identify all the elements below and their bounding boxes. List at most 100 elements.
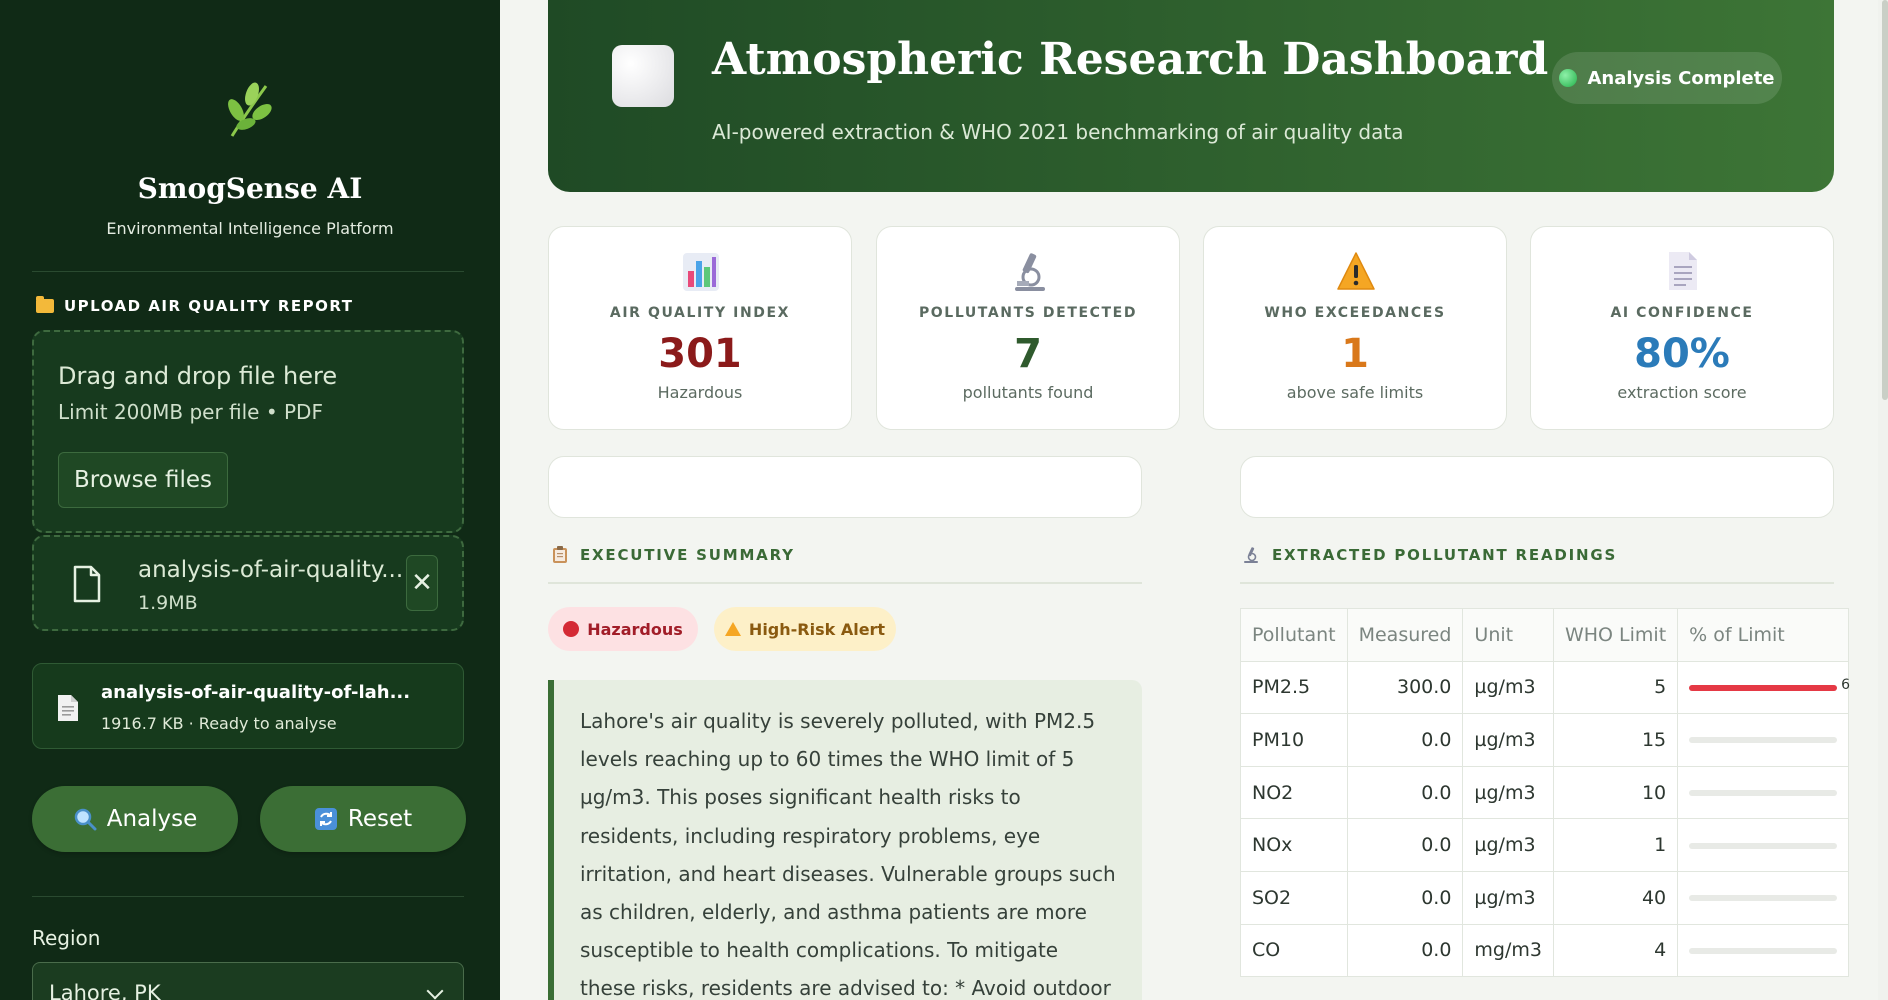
column-header[interactable]: Measured bbox=[1346, 608, 1464, 662]
reset-button[interactable]: Reset bbox=[260, 786, 466, 852]
brand-tagline: Environmental Intelligence Platform bbox=[106, 219, 394, 238]
measured-value: 0.0 bbox=[1346, 870, 1464, 925]
chevron-down-icon bbox=[426, 982, 444, 1000]
microscope-icon bbox=[1244, 547, 1258, 563]
scrollbar[interactable] bbox=[1878, 0, 1888, 1000]
dropzone-title: Drag and drop file here bbox=[58, 362, 338, 390]
file-dropzone[interactable]: Drag and drop file here Limit 200MB per … bbox=[32, 330, 464, 533]
kpi-label: POLLUTANTS DETECTED bbox=[918, 305, 1138, 321]
measured-value: 0.0 bbox=[1346, 765, 1464, 820]
who-limit: 15 bbox=[1552, 713, 1679, 767]
percent-bar-fill bbox=[1689, 684, 1838, 691]
unit: µg/m3 bbox=[1462, 765, 1554, 820]
who-limit: 10 bbox=[1552, 765, 1679, 820]
upload-heading: UPLOAD AIR QUALITY REPORT bbox=[36, 296, 354, 315]
percent-limit-cell bbox=[1677, 923, 1850, 978]
kpi-card-pollutants: POLLUTANTS DETECTED 7 pollutants found bbox=[876, 226, 1180, 430]
percent-bar bbox=[1689, 737, 1838, 744]
table-row: SO2 0.0 µg/m3 40 bbox=[1240, 870, 1850, 925]
who-limit: 4 bbox=[1552, 923, 1679, 978]
remove-file-button[interactable]: ✕ bbox=[406, 555, 438, 611]
who-limit: 5 bbox=[1552, 660, 1679, 715]
region-value: Lahore, PK bbox=[49, 981, 161, 1000]
measured-value: 0.0 bbox=[1346, 713, 1464, 767]
kpi-card-exceedances: WHO EXCEEDANCES 1 above safe limits bbox=[1203, 226, 1507, 430]
kpi-label: WHO EXCEEDANCES bbox=[1264, 305, 1446, 321]
kpi-card-confidence: AI CONFIDENCE 80% extraction score bbox=[1530, 226, 1834, 430]
warning-icon bbox=[1337, 252, 1375, 290]
clipboard-icon bbox=[553, 546, 567, 563]
table-row: NOx 0.0 µg/m3 1 bbox=[1240, 818, 1850, 872]
section-divider bbox=[1240, 582, 1834, 584]
percent-limit-cell bbox=[1677, 713, 1850, 767]
percent-bar bbox=[1689, 895, 1838, 902]
pollutant-readings-label: EXTRACTED POLLUTANT READINGS bbox=[1272, 546, 1618, 564]
dropzone-limit: Limit 200MB per file • PDF bbox=[58, 400, 323, 424]
kpi-label: AIR QUALITY INDEX bbox=[609, 305, 791, 321]
placeholder-card bbox=[548, 456, 1142, 518]
placeholder-card bbox=[1240, 456, 1834, 518]
table-header-row: Pollutant Measured Unit WHO Limit % of L… bbox=[1240, 608, 1850, 662]
warning-icon bbox=[724, 622, 741, 636]
kpi-value: 1 bbox=[1341, 331, 1369, 377]
column-header[interactable]: WHO Limit bbox=[1552, 608, 1679, 662]
ready-file-card: analysis-of-air-quality-of-lah... 1916.7… bbox=[32, 663, 464, 749]
unit: mg/m3 bbox=[1462, 923, 1554, 978]
kpi-subtext: extraction score bbox=[1617, 383, 1747, 402]
who-limit: 1 bbox=[1552, 818, 1679, 872]
pollutant-name: NO2 bbox=[1240, 765, 1348, 820]
pollutant-table: Pollutant Measured Unit WHO Limit % of L… bbox=[1240, 608, 1850, 978]
pollutant-name: PM10 bbox=[1240, 713, 1348, 767]
kpi-value: 80% bbox=[1634, 331, 1730, 377]
percent-limit-cell bbox=[1677, 765, 1850, 820]
browse-files-button[interactable]: Browse files bbox=[58, 452, 228, 508]
sidebar: SmogSense AI Environmental Intelligence … bbox=[0, 0, 500, 1000]
red-dot-icon bbox=[563, 621, 580, 637]
kpi-subtext: pollutants found bbox=[962, 383, 1094, 402]
pollutant-name: NOx bbox=[1240, 818, 1348, 872]
upload-heading-label: UPLOAD AIR QUALITY REPORT bbox=[64, 297, 354, 315]
table-row: PM2.5 300.0 µg/m3 5 6 bbox=[1240, 660, 1850, 715]
pollutant-name: SO2 bbox=[1240, 870, 1348, 925]
kpi-value: 7 bbox=[1014, 331, 1042, 377]
status-dot-icon bbox=[1559, 69, 1578, 87]
table-row: CO 0.0 mg/m3 4 bbox=[1240, 923, 1850, 978]
app-root: SmogSense AI Environmental Intelligence … bbox=[0, 0, 1888, 1000]
kpi-value: 301 bbox=[658, 331, 742, 377]
uploaded-file-name: analysis-of-air-quality... bbox=[138, 557, 404, 583]
analyse-button[interactable]: Analyse bbox=[32, 786, 238, 852]
percent-bar bbox=[1689, 947, 1838, 954]
microscope-icon bbox=[1015, 253, 1045, 291]
reset-label: Reset bbox=[347, 806, 413, 832]
sidebar-divider bbox=[32, 271, 464, 272]
kpi-subtext: Hazardous bbox=[657, 383, 743, 402]
executive-summary-text: Lahore's air quality is severely pollute… bbox=[548, 680, 1142, 1000]
refresh-icon bbox=[314, 808, 337, 830]
file-icon bbox=[73, 565, 101, 603]
sidebar-divider bbox=[32, 896, 464, 897]
document-icon bbox=[58, 695, 78, 721]
close-icon: ✕ bbox=[411, 568, 433, 598]
percent-limit-cell bbox=[1677, 870, 1850, 925]
magnifier-icon bbox=[74, 808, 97, 831]
status-label: Analysis Complete bbox=[1587, 67, 1775, 89]
region-select[interactable]: Lahore, PK bbox=[32, 962, 464, 1000]
brand-name: SmogSense AI bbox=[137, 172, 363, 205]
scrollbar-thumb[interactable] bbox=[1882, 0, 1888, 400]
kpi-label: AI CONFIDENCE bbox=[1610, 305, 1754, 321]
column-header[interactable]: Pollutant bbox=[1240, 608, 1348, 662]
unit: µg/m3 bbox=[1462, 713, 1554, 767]
unit: µg/m3 bbox=[1462, 818, 1554, 872]
uploaded-file-row: analysis-of-air-quality... 1.9MB ✕ bbox=[32, 535, 464, 631]
ready-file-name: analysis-of-air-quality-of-lah... bbox=[101, 682, 411, 703]
measured-value: 0.0 bbox=[1346, 818, 1464, 872]
percent-bar bbox=[1689, 790, 1838, 797]
page-title: Atmospheric Research Dashboard bbox=[712, 34, 1549, 85]
section-divider bbox=[548, 582, 1142, 584]
percent-limit-cell bbox=[1677, 818, 1850, 872]
cloud-icon bbox=[612, 45, 674, 107]
percent-bar bbox=[1689, 842, 1838, 849]
column-header[interactable]: % of Limit bbox=[1677, 608, 1850, 662]
column-header[interactable]: Unit bbox=[1462, 608, 1554, 662]
kpi-subtext: above safe limits bbox=[1286, 383, 1424, 402]
